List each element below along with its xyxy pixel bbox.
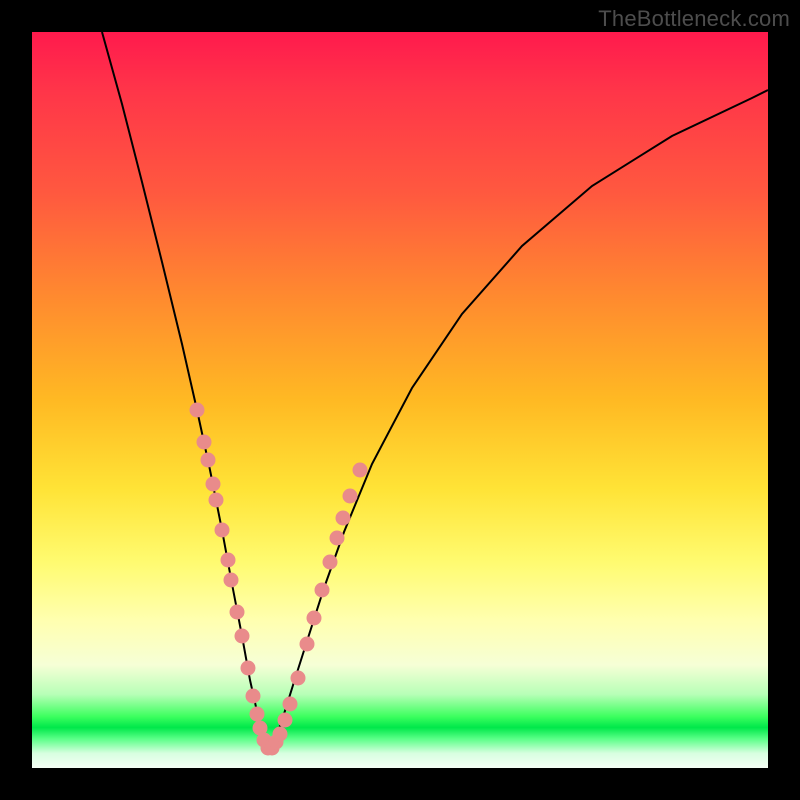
data-dot xyxy=(353,463,368,478)
bottleneck-curve xyxy=(102,32,768,750)
data-dot xyxy=(246,689,261,704)
dot-layer xyxy=(190,403,368,756)
data-dot xyxy=(330,531,345,546)
data-dot xyxy=(215,523,230,538)
data-dot xyxy=(278,713,293,728)
data-dot xyxy=(190,403,205,418)
data-dot xyxy=(343,489,358,504)
data-dot xyxy=(230,605,245,620)
watermark-text: TheBottleneck.com xyxy=(598,6,790,32)
data-dot xyxy=(201,453,216,468)
chart-frame: TheBottleneck.com xyxy=(0,0,800,800)
data-dot xyxy=(307,611,322,626)
data-dot xyxy=(273,727,288,742)
data-dot xyxy=(300,637,315,652)
data-dot xyxy=(197,435,212,450)
data-dot xyxy=(323,555,338,570)
chart-overlay xyxy=(32,32,768,768)
plot-area xyxy=(32,32,768,768)
data-dot xyxy=(283,697,298,712)
data-dot xyxy=(250,707,265,722)
data-dot xyxy=(336,511,351,526)
data-dot xyxy=(209,493,224,508)
data-dot xyxy=(206,477,221,492)
data-dot xyxy=(221,553,236,568)
data-dot xyxy=(235,629,250,644)
data-dot xyxy=(241,661,256,676)
data-dot xyxy=(224,573,239,588)
data-dot xyxy=(291,671,306,686)
data-dot xyxy=(315,583,330,598)
